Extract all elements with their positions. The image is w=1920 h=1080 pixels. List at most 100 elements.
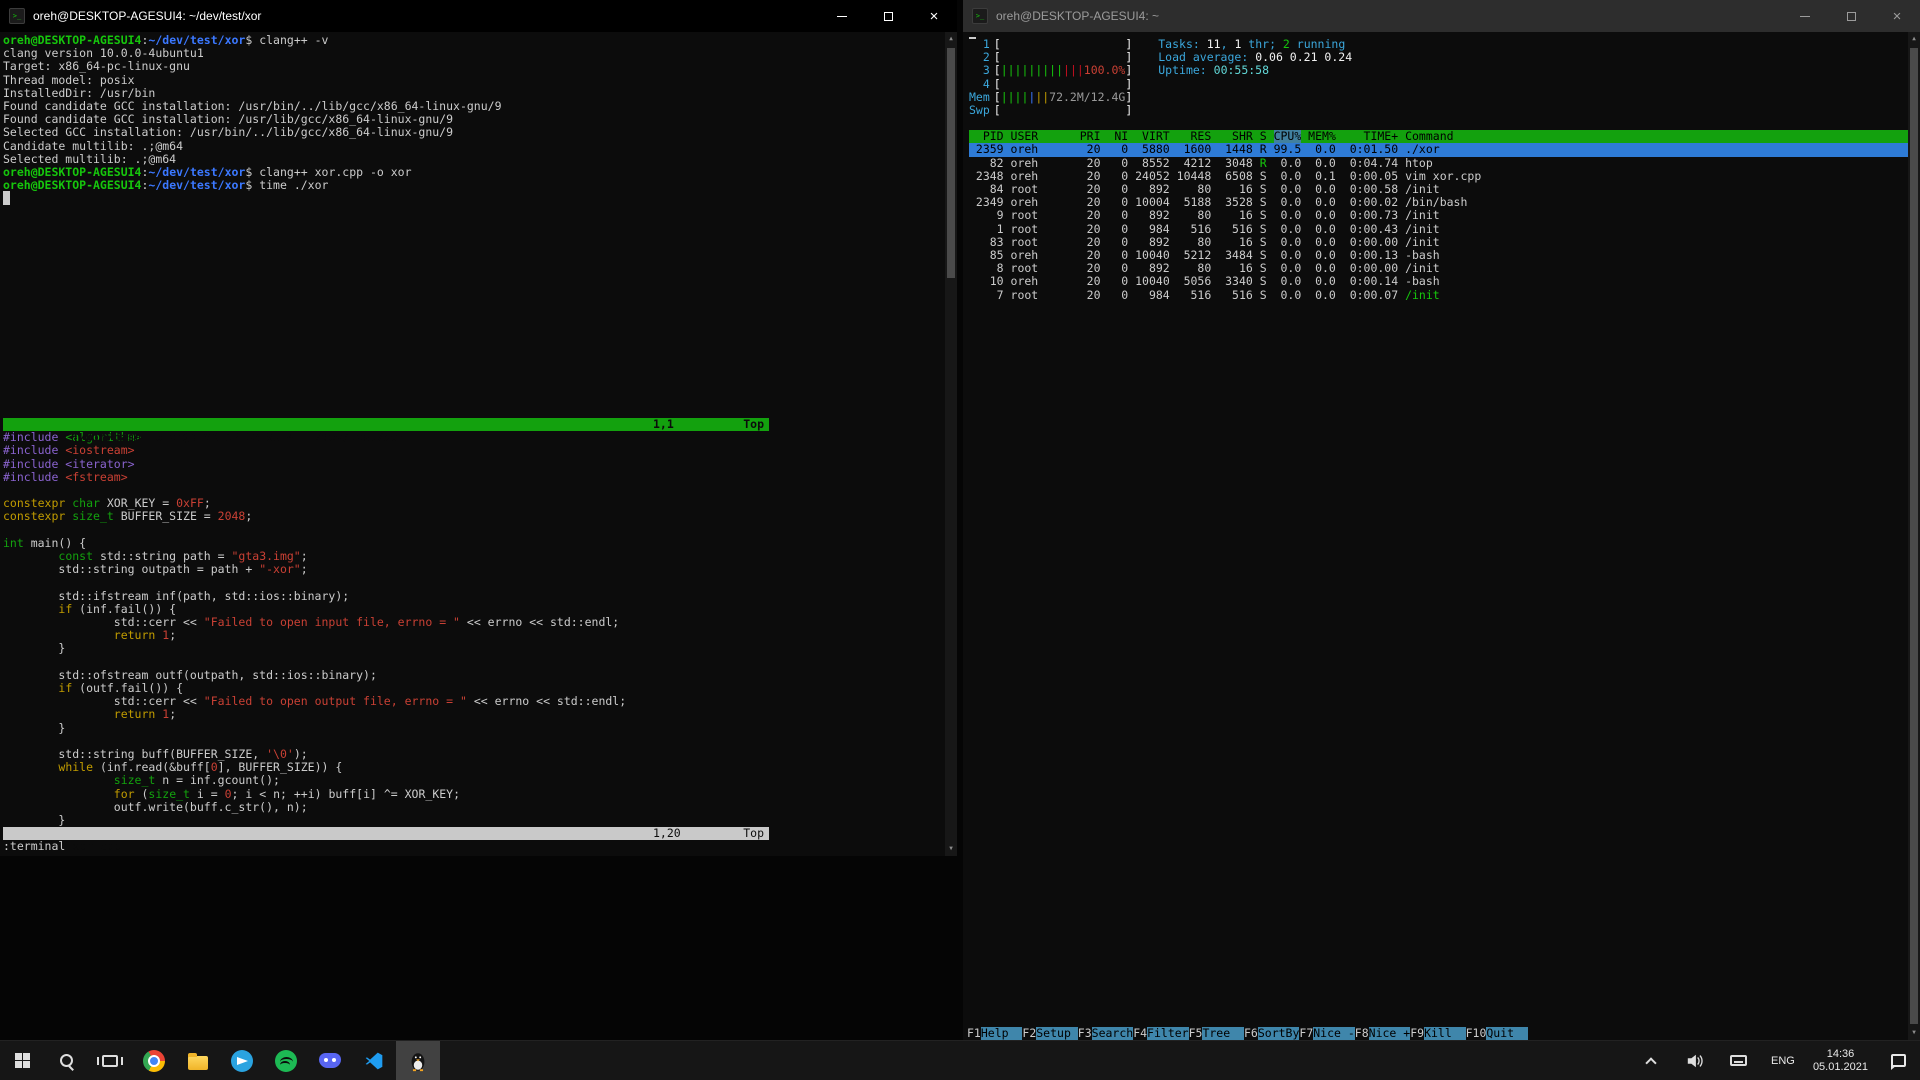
process-row-pid-7[interactable]: 7root200984516516S0.00.00:00.07/init — [969, 289, 1908, 302]
column-header-cpu[interactable]: CPU% — [1274, 130, 1302, 143]
language-label: ENG — [1771, 1055, 1795, 1067]
task-view-button[interactable] — [88, 1041, 132, 1080]
process-table-rows: 2359oreh200588016001448R99.50.00:01.50./… — [969, 143, 1908, 301]
penguin-icon — [407, 1050, 429, 1072]
column-header-pid[interactable]: PID — [969, 130, 1004, 143]
taskbar-file-explorer-button[interactable] — [176, 1041, 220, 1080]
task-view-icon — [102, 1055, 118, 1067]
column-header-ni[interactable]: NI — [1107, 130, 1128, 143]
right-window-titlebar[interactable]: >_ oreh@DESKTOP-AGESUI4: ~ × — [963, 0, 1920, 32]
fkey-f5[interactable]: F5Tree — [1189, 1027, 1244, 1040]
process-row-pid-9[interactable]: 9root2008928016S0.00.00:00.73/init — [969, 209, 1908, 222]
maximize-button[interactable] — [1828, 0, 1874, 32]
fkey-f8[interactable]: F8Nice + — [1355, 1027, 1410, 1040]
process-row-pid-83[interactable]: 83root2008928016S0.00.00:00.00/init — [969, 236, 1908, 249]
console-cursor — [969, 37, 976, 39]
terminal-line: oreh@DESKTOP-AGESUI4:~/dev/test/xor$ tim… — [3, 179, 769, 192]
process-row-pid-85[interactable]: 85oreh2001004052123484S0.00.00:00.13-bas… — [969, 249, 1908, 262]
terminal-line: std::string outpath = path + "-xor"; — [3, 563, 769, 576]
scroll-up-icon[interactable]: ▲ — [1908, 32, 1920, 46]
process-row-pid-2359[interactable]: 2359oreh200588016001448R99.50.00:01.50./… — [969, 143, 1908, 156]
htop-console[interactable]: 1[0.7%]2[0.7%]3[||||||||||||100.0%]4[0.0… — [963, 32, 1920, 1040]
maximize-icon — [1847, 12, 1856, 21]
process-row-pid-10[interactable]: 10oreh2001004050563340S0.00.00:00.14-bas… — [969, 275, 1908, 288]
fkey-f3[interactable]: F3Search — [1078, 1027, 1133, 1040]
start-button[interactable] — [0, 1041, 44, 1080]
scrollbar-thumb[interactable] — [947, 48, 955, 278]
column-header-virt[interactable]: VIRT — [1135, 130, 1170, 143]
column-header-mem[interactable]: MEM% — [1308, 130, 1336, 143]
window-controls: × — [819, 0, 957, 32]
volume-icon — [1686, 1053, 1704, 1069]
minimize-icon — [837, 16, 847, 17]
file-name: xor.cpp — [72, 839, 120, 853]
left-window-title: oreh@DESKTOP-AGESUI4: ~/dev/test/xor — [33, 9, 819, 23]
volume-button[interactable] — [1673, 1041, 1717, 1080]
process-row-pid-82[interactable]: 82oreh200855242123048R0.00.00:04.74htop — [969, 157, 1908, 170]
taskbar-discord-button[interactable] — [308, 1041, 352, 1080]
fkey-f1[interactable]: F1Help — [967, 1027, 1022, 1040]
process-table-header: PID USER PRI NI VIRT RES SHR S CPU% MEM% TIME+ Comm… — [969, 130, 1908, 143]
scroll-up-icon[interactable]: ▲ — [945, 32, 957, 46]
minimize-button[interactable] — [819, 0, 865, 32]
taskbar-spotify-button[interactable] — [264, 1041, 308, 1080]
fkey-f10[interactable]: F10Quit — [1466, 1027, 1528, 1040]
hidden-icons-button[interactable] — [1629, 1041, 1673, 1080]
scroll-down-icon[interactable]: ▼ — [945, 842, 957, 856]
terminal-app-icon: >_ — [972, 8, 988, 24]
bash-output: oreh@DESKTOP-AGESUI4:~/dev/test/xor$ cla… — [3, 34, 769, 206]
taskbar-clock[interactable]: 14:36 05.01.2021 — [1805, 1041, 1876, 1080]
scroll-indicator: Top — [743, 418, 764, 431]
clock-date: 05.01.2021 — [1813, 1061, 1868, 1074]
taskbar-search-button[interactable] — [44, 1041, 88, 1080]
taskbar-linux-terminal-button[interactable] — [396, 1041, 440, 1080]
column-header-time[interactable]: TIME+ — [1343, 130, 1398, 143]
terminal-line: Uptime: 00:55:58 — [1158, 64, 1352, 77]
close-button[interactable]: × — [1874, 0, 1920, 32]
cursor-position: 1,20 — [653, 827, 681, 840]
column-header-user[interactable]: USER — [1011, 130, 1073, 143]
maximize-button[interactable] — [865, 0, 911, 32]
process-row-pid-84[interactable]: 84root2008928016S0.00.00:00.58/init — [969, 183, 1908, 196]
column-header-shr[interactable]: SHR — [1218, 130, 1253, 143]
vim-statusline-terminal: !/bin/bash [oreh@DESKTOP-AGESUI4: ~/dev/… — [3, 418, 769, 431]
taskbar-vscode-button[interactable] — [352, 1041, 396, 1080]
fkey-f7[interactable]: F7Nice - — [1299, 1027, 1354, 1040]
fkey-f4[interactable]: F4Filter — [1133, 1027, 1188, 1040]
column-header-pri[interactable]: PRI — [1080, 130, 1101, 143]
minimize-button[interactable] — [1782, 0, 1828, 32]
vim-area: oreh@DESKTOP-AGESUI4:~/dev/test/xor$ cla… — [3, 34, 769, 854]
terminal-line — [3, 192, 769, 205]
vim-code-pane[interactable]: #include <algorithm>#include <iostream>#… — [3, 431, 769, 827]
terminal-line: return 1; — [3, 629, 769, 642]
column-header-command[interactable]: Command — [1405, 130, 1908, 143]
close-button[interactable]: × — [911, 0, 957, 32]
keyboard-icon — [1730, 1055, 1747, 1066]
process-row-pid-2348[interactable]: 2348oreh20024052104486508S0.00.10:00.05v… — [969, 170, 1908, 183]
clock-time: 14:36 — [1827, 1048, 1855, 1061]
left-window-titlebar[interactable]: >_ oreh@DESKTOP-AGESUI4: ~/dev/test/xor … — [0, 0, 957, 32]
window-controls: × — [1782, 0, 1920, 32]
process-row-pid-2349[interactable]: 2349oreh2001000451883528S0.00.00:00.02/b… — [969, 196, 1908, 209]
column-header-res[interactable]: RES — [1177, 130, 1212, 143]
bash-terminal-pane[interactable]: oreh@DESKTOP-AGESUI4:~/dev/test/xor$ cla… — [3, 34, 769, 418]
column-header-s[interactable]: S — [1260, 130, 1267, 143]
action-center-button[interactable] — [1876, 1041, 1920, 1080]
terminal-line — [3, 524, 769, 537]
process-row-pid-1[interactable]: 1root200984516516S0.00.00:00.43/init — [969, 223, 1908, 236]
scroll-down-icon[interactable]: ▼ — [1908, 1026, 1920, 1040]
language-indicator[interactable]: ENG — [1761, 1041, 1805, 1080]
search-icon — [58, 1053, 74, 1069]
touch-keyboard-button[interactable] — [1717, 1041, 1761, 1080]
process-row-pid-8[interactable]: 8root2008928016S0.00.00:00.00/init — [969, 262, 1908, 275]
taskbar-chrome-button[interactable] — [132, 1041, 176, 1080]
fkey-f6[interactable]: F6SortBy — [1244, 1027, 1299, 1040]
taskbar-telegram-button[interactable] — [220, 1041, 264, 1080]
left-console[interactable]: oreh@DESKTOP-AGESUI4:~/dev/test/xor$ cla… — [0, 32, 957, 856]
fkey-f2[interactable]: F2Setup — [1022, 1027, 1077, 1040]
telegram-icon — [231, 1050, 253, 1072]
fkey-f9[interactable]: F9Kill — [1410, 1027, 1465, 1040]
right-window-scrollbar[interactable]: ▲ ▼ — [1908, 32, 1920, 1040]
left-window-scrollbar[interactable]: ▲ ▼ — [945, 32, 957, 856]
scrollbar-thumb[interactable] — [1910, 48, 1918, 1024]
